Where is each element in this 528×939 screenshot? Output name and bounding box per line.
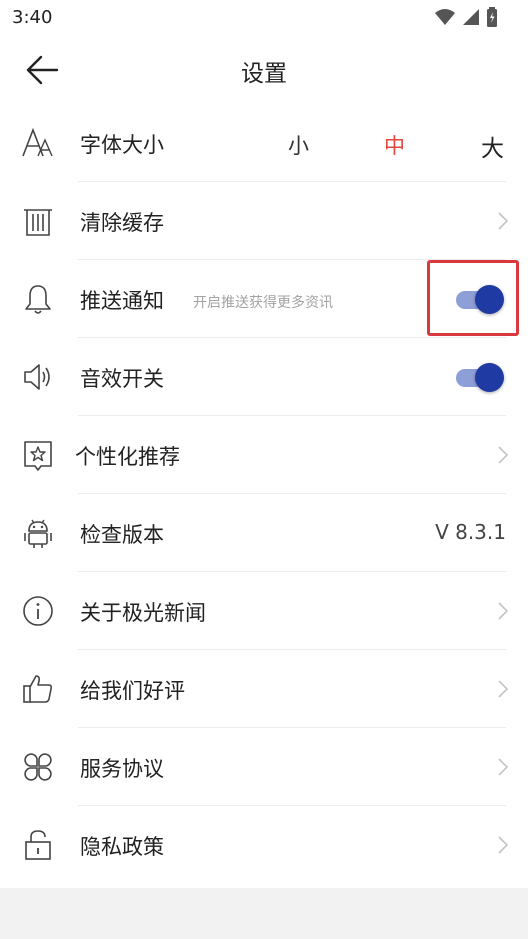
chevron-right-icon <box>498 446 509 464</box>
service-label: 服务协议 <box>80 757 164 781</box>
push-notification-label: 推送通知 <box>80 289 164 313</box>
clover-icon <box>20 749 56 785</box>
rate-label: 给我们好评 <box>80 679 185 703</box>
about-row[interactable]: 关于极光新闻 <box>0 572 528 650</box>
clear-cache-label: 清除缓存 <box>80 211 164 235</box>
bell-icon <box>20 281 56 317</box>
font-size-small-option[interactable]: 小 <box>288 130 309 160</box>
check-version-row[interactable]: 检查版本 V 8.3.1 <box>0 494 528 572</box>
wifi-icon <box>435 9 455 25</box>
push-notification-row: 推送通知 开启推送获得更多资讯 <box>0 260 528 338</box>
font-size-large-option[interactable]: 大 <box>481 129 504 163</box>
sound-row: 音效开关 <box>0 338 528 416</box>
speaker-icon <box>20 359 56 395</box>
android-icon <box>20 515 56 551</box>
header: 设置 <box>0 36 528 104</box>
rate-row[interactable]: 给我们好评 <box>0 650 528 728</box>
font-size-icon <box>20 125 56 161</box>
star-frame-icon <box>20 437 56 473</box>
chevron-right-icon <box>498 602 509 620</box>
sound-toggle[interactable] <box>454 361 504 393</box>
privacy-row[interactable]: 隐私政策 <box>0 806 528 884</box>
bottom-area <box>0 888 528 939</box>
status-time: 3:40 <box>12 7 53 28</box>
about-label: 关于极光新闻 <box>80 601 206 625</box>
service-row[interactable]: 服务协议 <box>0 728 528 806</box>
clear-cache-row[interactable]: 清除缓存 <box>0 182 528 260</box>
privacy-label: 隐私政策 <box>80 835 164 859</box>
personalized-row[interactable]: 个性化推荐 <box>0 416 528 494</box>
font-size-medium-option[interactable]: 中 <box>384 130 405 160</box>
status-icons <box>434 7 498 27</box>
version-text: V 8.3.1 <box>435 520 506 544</box>
info-icon <box>20 593 56 629</box>
toggle-thumb <box>475 285 504 314</box>
chevron-right-icon <box>498 680 509 698</box>
settings-screen: 3:40 设置 字体大小 小 中 大 清除缓存 推送通知 开启推送获得更多资讯 … <box>0 0 528 939</box>
signal-icon <box>463 9 479 25</box>
trash-icon <box>20 203 56 239</box>
lock-icon <box>20 827 56 863</box>
check-version-label: 检查版本 <box>80 523 164 547</box>
font-size-label: 字体大小 <box>80 133 164 157</box>
sound-label: 音效开关 <box>80 367 164 391</box>
settings-list: 字体大小 小 中 大 清除缓存 推送通知 开启推送获得更多资讯 音效开关 个性化… <box>0 104 528 888</box>
battery-icon <box>487 7 497 27</box>
push-notification-hint: 开启推送获得更多资讯 <box>193 295 333 311</box>
status-bar: 3:40 <box>0 0 528 36</box>
personalized-label: 个性化推荐 <box>75 445 180 469</box>
font-size-row: 字体大小 小 中 大 <box>0 104 528 182</box>
page-title: 设置 <box>241 61 287 87</box>
chevron-right-icon <box>498 758 509 776</box>
toggle-thumb <box>475 363 504 392</box>
thumbs-up-icon <box>20 671 56 707</box>
push-notification-toggle[interactable] <box>454 283 504 315</box>
chevron-right-icon <box>498 212 509 230</box>
chevron-right-icon <box>498 836 509 854</box>
